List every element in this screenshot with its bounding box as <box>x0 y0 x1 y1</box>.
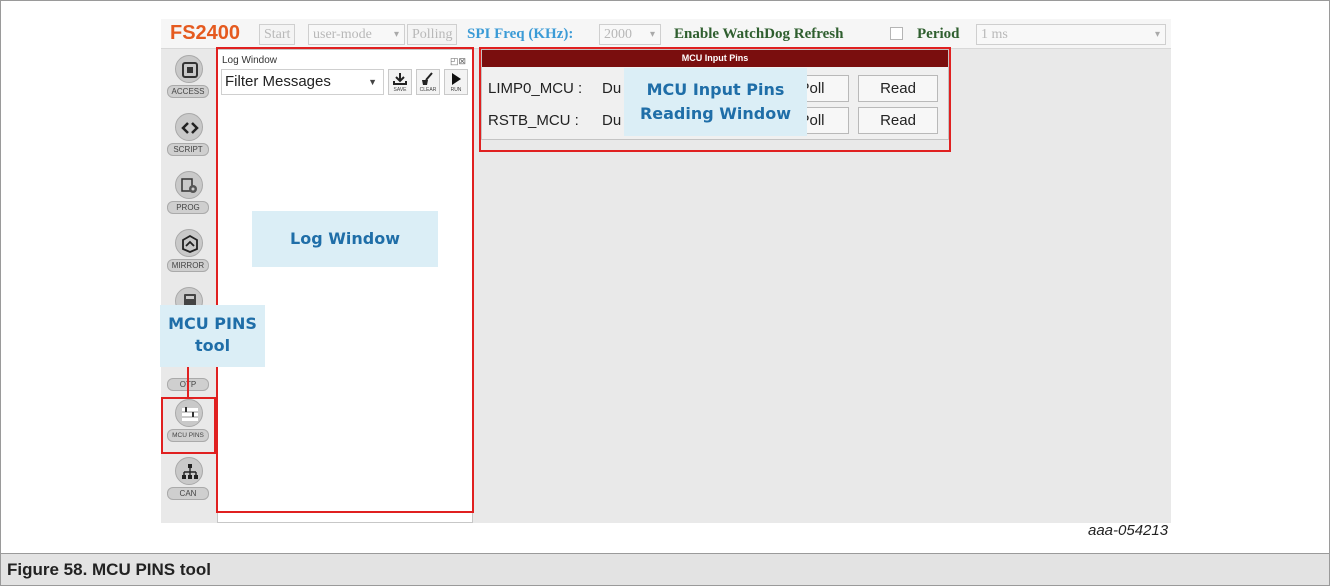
sidebar-item-label: CAN <box>167 487 209 500</box>
callout-connector <box>187 367 189 397</box>
log-window-highlight <box>216 47 474 513</box>
sidebar-item-label: MIRROR <box>167 259 209 272</box>
figure-id: aaa-054213 <box>1088 522 1169 539</box>
sidebar-item-access[interactable]: ACCESS <box>161 55 216 113</box>
period-value: 1 ms <box>981 27 1008 42</box>
caption-bar: Figure 58. MCU PINS tool <box>0 554 1330 586</box>
figure-caption: Figure 58. MCU PINS tool <box>7 560 212 579</box>
prog-icon <box>175 171 203 199</box>
mirror-icon <box>175 229 203 257</box>
mcu-pins-tool-callout: MCU PINS tool <box>160 305 265 367</box>
spi-freq-select[interactable]: 2000 ▾ <box>599 24 661 45</box>
brand-title: FS2400 <box>170 22 241 44</box>
callout-line: MCU Input Pins <box>646 80 785 99</box>
sidebar-item-script[interactable]: SCRIPT <box>161 113 216 171</box>
figure-frame: FS2400 Start user-mode ▾ Polling SPI Fre… <box>0 0 1330 554</box>
start-button[interactable]: Start <box>259 24 296 45</box>
sidebar-item-mirror[interactable]: MIRROR <box>161 229 216 287</box>
spi-freq-value: 2000 <box>604 27 632 42</box>
log-window-callout: Log Window <box>252 211 438 267</box>
chevron-down-icon: ▾ <box>649 29 655 40</box>
period-label: Period <box>917 26 960 42</box>
mcu-pins-tool-highlight <box>161 397 216 454</box>
callout-line: tool <box>194 336 231 355</box>
can-icon <box>175 457 203 485</box>
sidebar-item-prog[interactable]: PROG <box>161 171 216 229</box>
mcu-input-pins-callout: MCU Input Pins Reading Window <box>624 68 807 136</box>
watchdog-label: Enable WatchDog Refresh <box>674 26 844 42</box>
callout-line: MCU PINS <box>168 314 257 333</box>
watchdog-checkbox[interactable] <box>890 27 903 40</box>
sidebar-item-label: SCRIPT <box>167 143 209 156</box>
sidebar-item-can[interactable]: CAN <box>161 457 216 515</box>
script-icon <box>175 113 203 141</box>
polling-button[interactable]: Polling <box>407 24 458 45</box>
access-icon <box>175 55 203 83</box>
sidebar-item-label: PROG <box>167 201 209 214</box>
period-select[interactable]: 1 ms ▾ <box>976 24 1166 45</box>
callout-line: Reading Window <box>639 104 792 123</box>
mode-select[interactable]: user-mode ▾ <box>308 24 405 45</box>
spi-freq-label: SPI Freq (KHz): <box>467 26 574 42</box>
top-toolbar: FS2400 Start user-mode ▾ Polling SPI Fre… <box>161 19 1171 49</box>
chevron-down-icon: ▾ <box>1154 29 1160 40</box>
chevron-down-icon: ▾ <box>393 29 399 40</box>
mode-select-value: user-mode <box>313 27 372 42</box>
sidebar-item-label: ACCESS <box>167 85 209 98</box>
